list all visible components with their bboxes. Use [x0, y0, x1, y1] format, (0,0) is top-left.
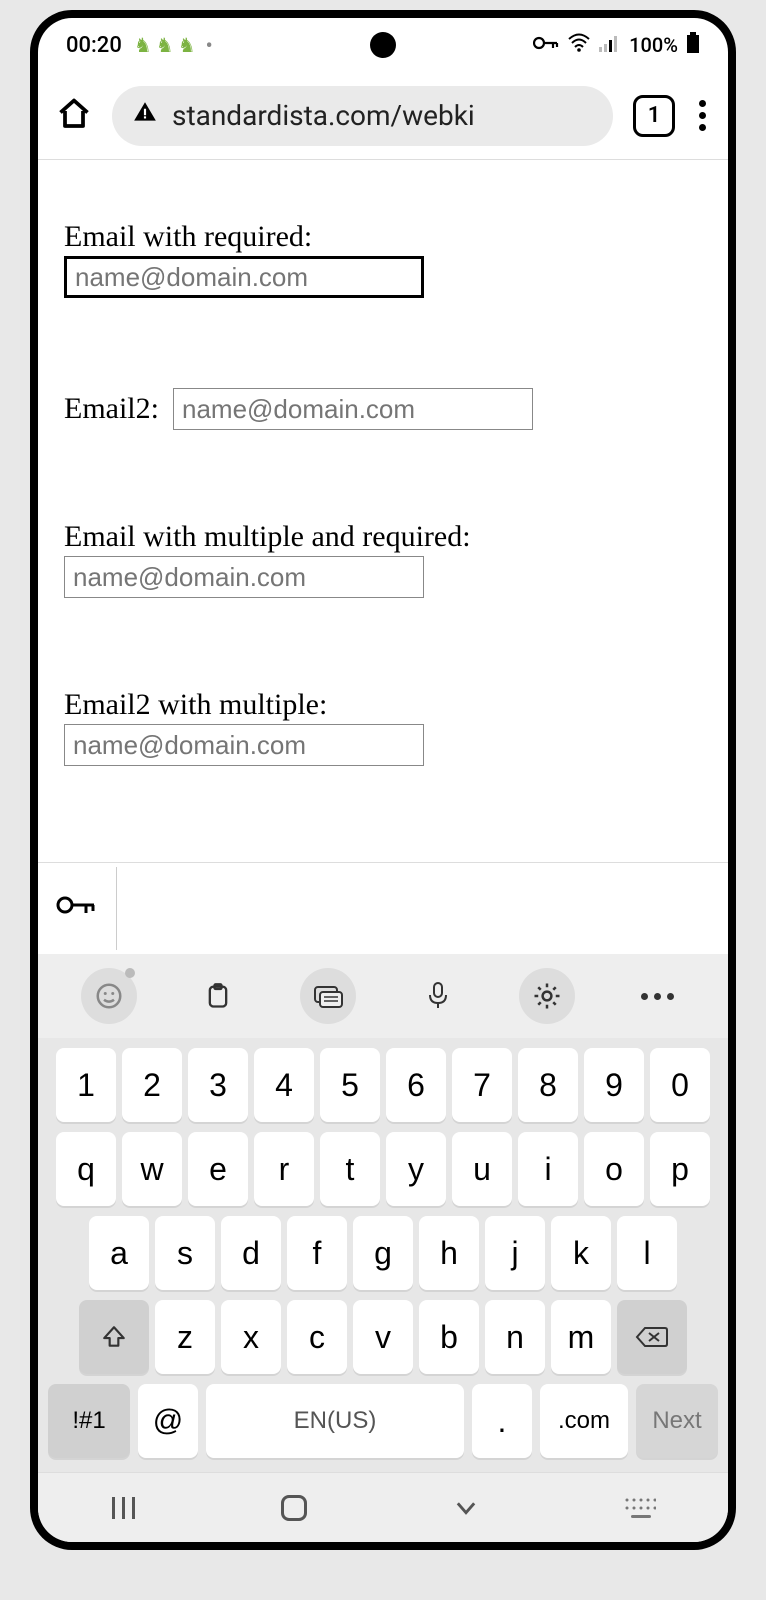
symbols-key[interactable]: !#1	[48, 1384, 130, 1458]
key-i[interactable]: i	[518, 1132, 578, 1206]
key-4[interactable]: 4	[254, 1048, 314, 1122]
kb-row-3: z x c v b n m	[44, 1300, 722, 1374]
email2-input[interactable]	[173, 388, 533, 430]
phone-frame: 00:20 ♞ ♞ ♞ • 100%	[30, 10, 736, 1550]
home-icon[interactable]	[56, 96, 92, 136]
field-label: Email2 with multiple:	[64, 688, 702, 722]
kb-row-numbers: 1 2 3 4 5 6 7 8 9 0	[44, 1048, 722, 1122]
email2-multiple-input[interactable]	[64, 724, 424, 766]
key-m[interactable]: m	[551, 1300, 611, 1374]
key-1[interactable]: 1	[56, 1048, 116, 1122]
keyboard-toolbar	[38, 954, 728, 1038]
key-r[interactable]: r	[254, 1132, 314, 1206]
key-t[interactable]: t	[320, 1132, 380, 1206]
mic-button[interactable]	[410, 968, 466, 1024]
field-email-required: Email with required:	[64, 220, 702, 298]
insecure-icon	[132, 99, 158, 132]
key-n[interactable]: n	[485, 1300, 545, 1374]
kb-row-2: a s d f g h j k l	[44, 1216, 722, 1290]
home-button[interactable]	[281, 1495, 307, 1521]
key-9[interactable]: 9	[584, 1048, 644, 1122]
more-button[interactable]	[629, 968, 685, 1024]
shift-key[interactable]	[79, 1300, 149, 1374]
menu-button[interactable]	[695, 96, 710, 135]
period-key[interactable]: .	[472, 1384, 532, 1458]
key-f[interactable]: f	[287, 1216, 347, 1290]
key-e[interactable]: e	[188, 1132, 248, 1206]
signal-icon	[599, 33, 621, 57]
key-b[interactable]: b	[419, 1300, 479, 1374]
key-w[interactable]: w	[122, 1132, 182, 1206]
at-key[interactable]: @	[138, 1384, 198, 1458]
field-label: Email with multiple and required:	[64, 520, 702, 554]
key-g[interactable]: g	[353, 1216, 413, 1290]
kb-row-bottom: !#1 @ EN(US) . .com Next	[44, 1384, 722, 1458]
keyboard-switch-button[interactable]	[624, 1497, 656, 1519]
email-multiple-required-input[interactable]	[64, 556, 424, 598]
tabs-button[interactable]: 1	[633, 95, 675, 137]
phone-screen: 00:20 ♞ ♞ ♞ • 100%	[38, 18, 728, 1542]
next-key[interactable]: Next	[636, 1384, 718, 1458]
field-email2-multiple: Email2 with multiple:	[64, 688, 702, 766]
key-d[interactable]: d	[221, 1216, 281, 1290]
recents-button[interactable]	[110, 1497, 137, 1519]
clipboard-button[interactable]	[190, 968, 246, 1024]
divider	[116, 867, 117, 950]
wifi-icon	[567, 33, 591, 58]
battery-text: 100%	[629, 33, 678, 57]
key-u[interactable]: u	[452, 1132, 512, 1206]
android-icon: ♞	[134, 33, 152, 57]
key-x[interactable]: x	[221, 1300, 281, 1374]
key-y[interactable]: y	[386, 1132, 446, 1206]
back-button[interactable]	[452, 1494, 480, 1522]
password-key-icon[interactable]	[56, 891, 96, 926]
backspace-key[interactable]	[617, 1300, 687, 1374]
field-label: Email with required:	[64, 220, 702, 254]
key-6[interactable]: 6	[386, 1048, 446, 1122]
settings-button[interactable]	[519, 968, 575, 1024]
android-icon: ♞	[156, 33, 174, 57]
android-icon: ♞	[178, 33, 196, 57]
key-2[interactable]: 2	[122, 1048, 182, 1122]
key-o[interactable]: o	[584, 1132, 644, 1206]
kb-row-1: q w e r t y u i o p	[44, 1132, 722, 1206]
key-3[interactable]: 3	[188, 1048, 248, 1122]
key-a[interactable]: a	[89, 1216, 149, 1290]
keyboard-mode-button[interactable]	[300, 968, 356, 1024]
page-content[interactable]: Email with required: Email2: Email with …	[38, 160, 728, 862]
suggestion-bar	[38, 862, 728, 954]
key-j[interactable]: j	[485, 1216, 545, 1290]
system-nav-bar	[38, 1472, 728, 1542]
email-required-input[interactable]	[64, 256, 424, 298]
key-k[interactable]: k	[551, 1216, 611, 1290]
emoji-button[interactable]	[81, 968, 137, 1024]
camera-notch	[370, 32, 396, 58]
browser-toolbar: standardista.com/webki 1	[38, 72, 728, 160]
dotcom-key[interactable]: .com	[540, 1384, 628, 1458]
key-c[interactable]: c	[287, 1300, 347, 1374]
key-s[interactable]: s	[155, 1216, 215, 1290]
key-q[interactable]: q	[56, 1132, 116, 1206]
battery-icon	[686, 32, 700, 59]
url-text: standardista.com/webki	[172, 99, 475, 132]
key-p[interactable]: p	[650, 1132, 710, 1206]
field-email2: Email2:	[64, 388, 702, 430]
status-time: 00:20	[66, 33, 122, 58]
field-label: Email2:	[64, 392, 159, 426]
key-8[interactable]: 8	[518, 1048, 578, 1122]
key-z[interactable]: z	[155, 1300, 215, 1374]
status-dot: •	[206, 33, 213, 57]
key-l[interactable]: l	[617, 1216, 677, 1290]
key-0[interactable]: 0	[650, 1048, 710, 1122]
field-email-multiple-required: Email with multiple and required:	[64, 520, 702, 598]
key-h[interactable]: h	[419, 1216, 479, 1290]
keyboard: 1 2 3 4 5 6 7 8 9 0 q w e r t y u i o	[38, 1038, 728, 1472]
key-v[interactable]: v	[353, 1300, 413, 1374]
tab-count: 1	[648, 103, 661, 128]
space-key[interactable]: EN(US)	[206, 1384, 464, 1458]
key-5[interactable]: 5	[320, 1048, 380, 1122]
vpn-key-icon	[533, 33, 559, 57]
url-bar[interactable]: standardista.com/webki	[112, 86, 613, 146]
key-7[interactable]: 7	[452, 1048, 512, 1122]
